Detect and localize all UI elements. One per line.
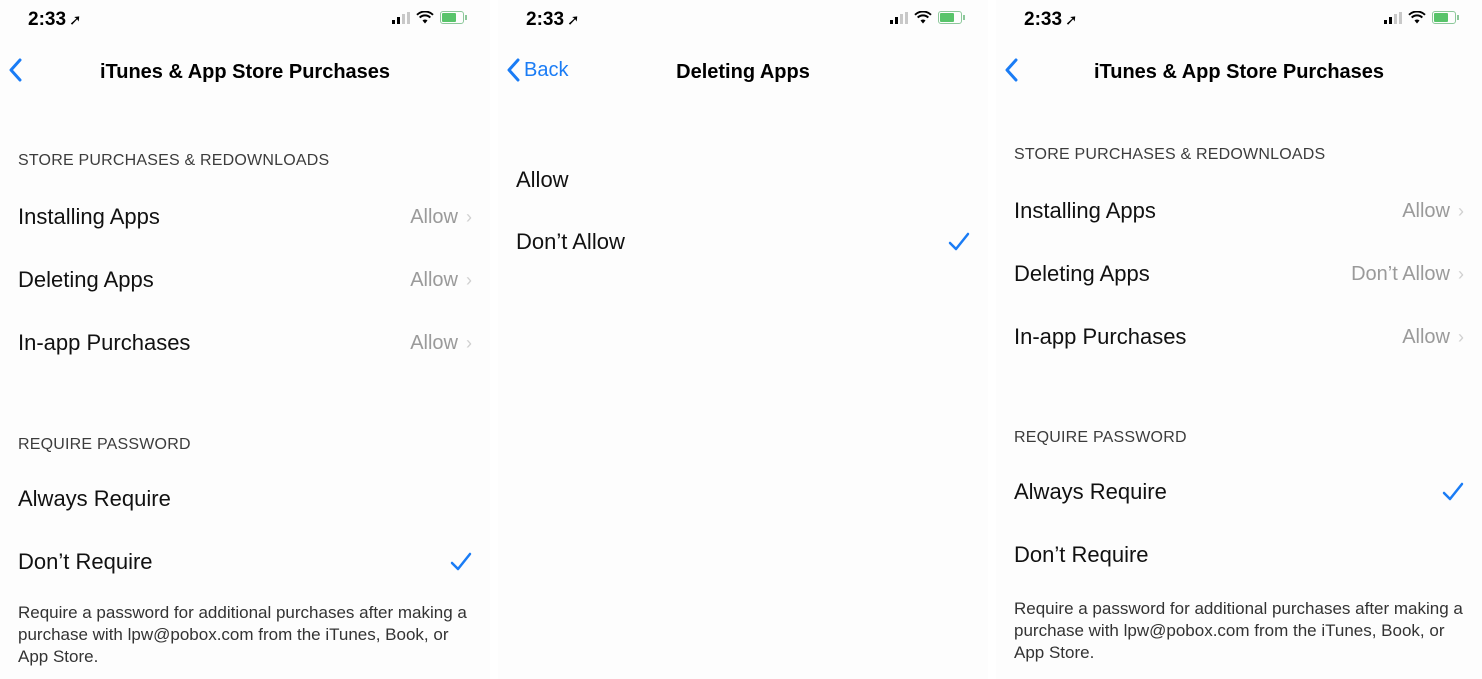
status-time: 2:33 ➚ bbox=[28, 9, 82, 31]
option-dont-require[interactable]: Don’t Require bbox=[1014, 535, 1464, 575]
row-deleting-apps[interactable]: Deleting Apps Don’t Allow › bbox=[1014, 254, 1464, 294]
page-title: Deleting Apps bbox=[676, 61, 810, 83]
status-bar: 2:33 ➚ bbox=[996, 6, 1482, 32]
row-value: Allow bbox=[1402, 325, 1450, 348]
row-installing-apps[interactable]: Installing Apps Allow › bbox=[18, 197, 472, 237]
signal-icon bbox=[392, 11, 410, 24]
row-label: In-app Purchases bbox=[18, 330, 191, 355]
section-header-store-purchases: STORE PURCHASES & REDOWNLOADS bbox=[1014, 146, 1326, 163]
location-icon: ➚ bbox=[567, 12, 580, 29]
chevron-right-icon: › bbox=[1458, 263, 1464, 284]
checkmark-icon bbox=[450, 552, 472, 572]
option-allow[interactable]: Allow bbox=[516, 160, 970, 200]
checkmark-icon bbox=[948, 232, 970, 252]
settings-panel-purchases-before: 2:33 ➚ iTunes & App Store Purchases STORE… bbox=[0, 0, 490, 679]
chevron-right-icon: › bbox=[466, 332, 472, 353]
page-title: iTunes & App Store Purchases bbox=[99, 61, 391, 83]
battery-icon bbox=[938, 11, 965, 24]
battery-icon bbox=[440, 11, 467, 24]
row-in-app-purchases[interactable]: In-app Purchases Allow › bbox=[1014, 317, 1464, 357]
chevron-right-icon: › bbox=[466, 206, 472, 227]
option-dont-require[interactable]: Don’t Require bbox=[18, 542, 472, 582]
option-label: Don’t Require bbox=[1014, 542, 1149, 567]
option-always-require[interactable]: Always Require bbox=[18, 479, 472, 519]
status-time: 2:33 ➚ bbox=[1024, 9, 1078, 31]
option-always-require[interactable]: Always Require bbox=[1014, 472, 1464, 512]
status-time: 2:33 ➚ bbox=[526, 9, 580, 31]
settings-panel-purchases-after: 2:33 ➚ iTunes & App Store Purchases STORE… bbox=[996, 0, 1482, 679]
row-label: Deleting Apps bbox=[18, 267, 154, 292]
row-label: Deleting Apps bbox=[1014, 261, 1150, 286]
row-value: Allow bbox=[410, 268, 458, 291]
time-text: 2:33 bbox=[1024, 9, 1063, 30]
option-label: Always Require bbox=[1014, 479, 1167, 504]
chevron-right-icon: › bbox=[1458, 200, 1464, 221]
location-icon: ➚ bbox=[69, 12, 82, 29]
wifi-icon bbox=[1408, 11, 1426, 24]
status-bar: 2:33 ➚ bbox=[0, 6, 490, 32]
time-text: 2:33 bbox=[28, 9, 67, 30]
signal-icon bbox=[890, 11, 908, 24]
option-label: Always Require bbox=[18, 486, 171, 511]
chevron-right-icon: › bbox=[1458, 326, 1464, 347]
settings-panel-deleting-apps: 2:33 ➚ Back Deleting Apps Allow Don’t All… bbox=[498, 0, 988, 679]
checkmark-icon bbox=[1442, 482, 1464, 502]
wifi-icon bbox=[416, 11, 434, 24]
navigation-bar: iTunes & App Store Purchases bbox=[0, 56, 490, 92]
row-installing-apps[interactable]: Installing Apps Allow › bbox=[1014, 191, 1464, 231]
row-value: Don’t Allow bbox=[1351, 262, 1450, 285]
row-value: Allow bbox=[1402, 199, 1450, 222]
section-header-store-purchases: STORE PURCHASES & REDOWNLOADS bbox=[18, 152, 330, 169]
location-icon: ➚ bbox=[1065, 12, 1078, 29]
status-icons bbox=[890, 11, 965, 24]
row-label: Installing Apps bbox=[1014, 198, 1156, 223]
option-label: Allow bbox=[516, 167, 569, 192]
password-footer-note: Require a password for additional purcha… bbox=[18, 603, 467, 666]
option-label: Don’t Allow bbox=[516, 229, 625, 254]
row-label: In-app Purchases bbox=[1014, 324, 1187, 349]
wifi-icon bbox=[914, 11, 932, 24]
navigation-bar: Back Deleting Apps bbox=[498, 56, 988, 92]
signal-icon bbox=[1384, 11, 1402, 24]
page-title: iTunes & App Store Purchases bbox=[1093, 61, 1385, 83]
time-text: 2:33 bbox=[526, 9, 565, 30]
row-label: Installing Apps bbox=[18, 204, 160, 229]
chevron-right-icon: › bbox=[466, 269, 472, 290]
status-icons bbox=[1384, 11, 1459, 24]
password-footer-note: Require a password for additional purcha… bbox=[1014, 599, 1463, 662]
row-value: Allow bbox=[410, 331, 458, 354]
section-header-require-password: REQUIRE PASSWORD bbox=[18, 436, 191, 453]
navigation-bar: iTunes & App Store Purchases bbox=[996, 56, 1482, 92]
screenshot-collage: 2:33 ➚ iTunes & App Store Purchases STORE… bbox=[0, 0, 1482, 679]
option-label: Don’t Require bbox=[18, 549, 153, 574]
option-dont-allow[interactable]: Don’t Allow bbox=[516, 222, 970, 262]
status-icons bbox=[392, 11, 467, 24]
row-value: Allow bbox=[410, 205, 458, 228]
row-deleting-apps[interactable]: Deleting Apps Allow › bbox=[18, 260, 472, 300]
battery-icon bbox=[1432, 11, 1459, 24]
row-in-app-purchases[interactable]: In-app Purchases Allow › bbox=[18, 323, 472, 363]
status-bar: 2:33 ➚ bbox=[498, 6, 988, 32]
section-header-require-password: REQUIRE PASSWORD bbox=[1014, 429, 1187, 446]
